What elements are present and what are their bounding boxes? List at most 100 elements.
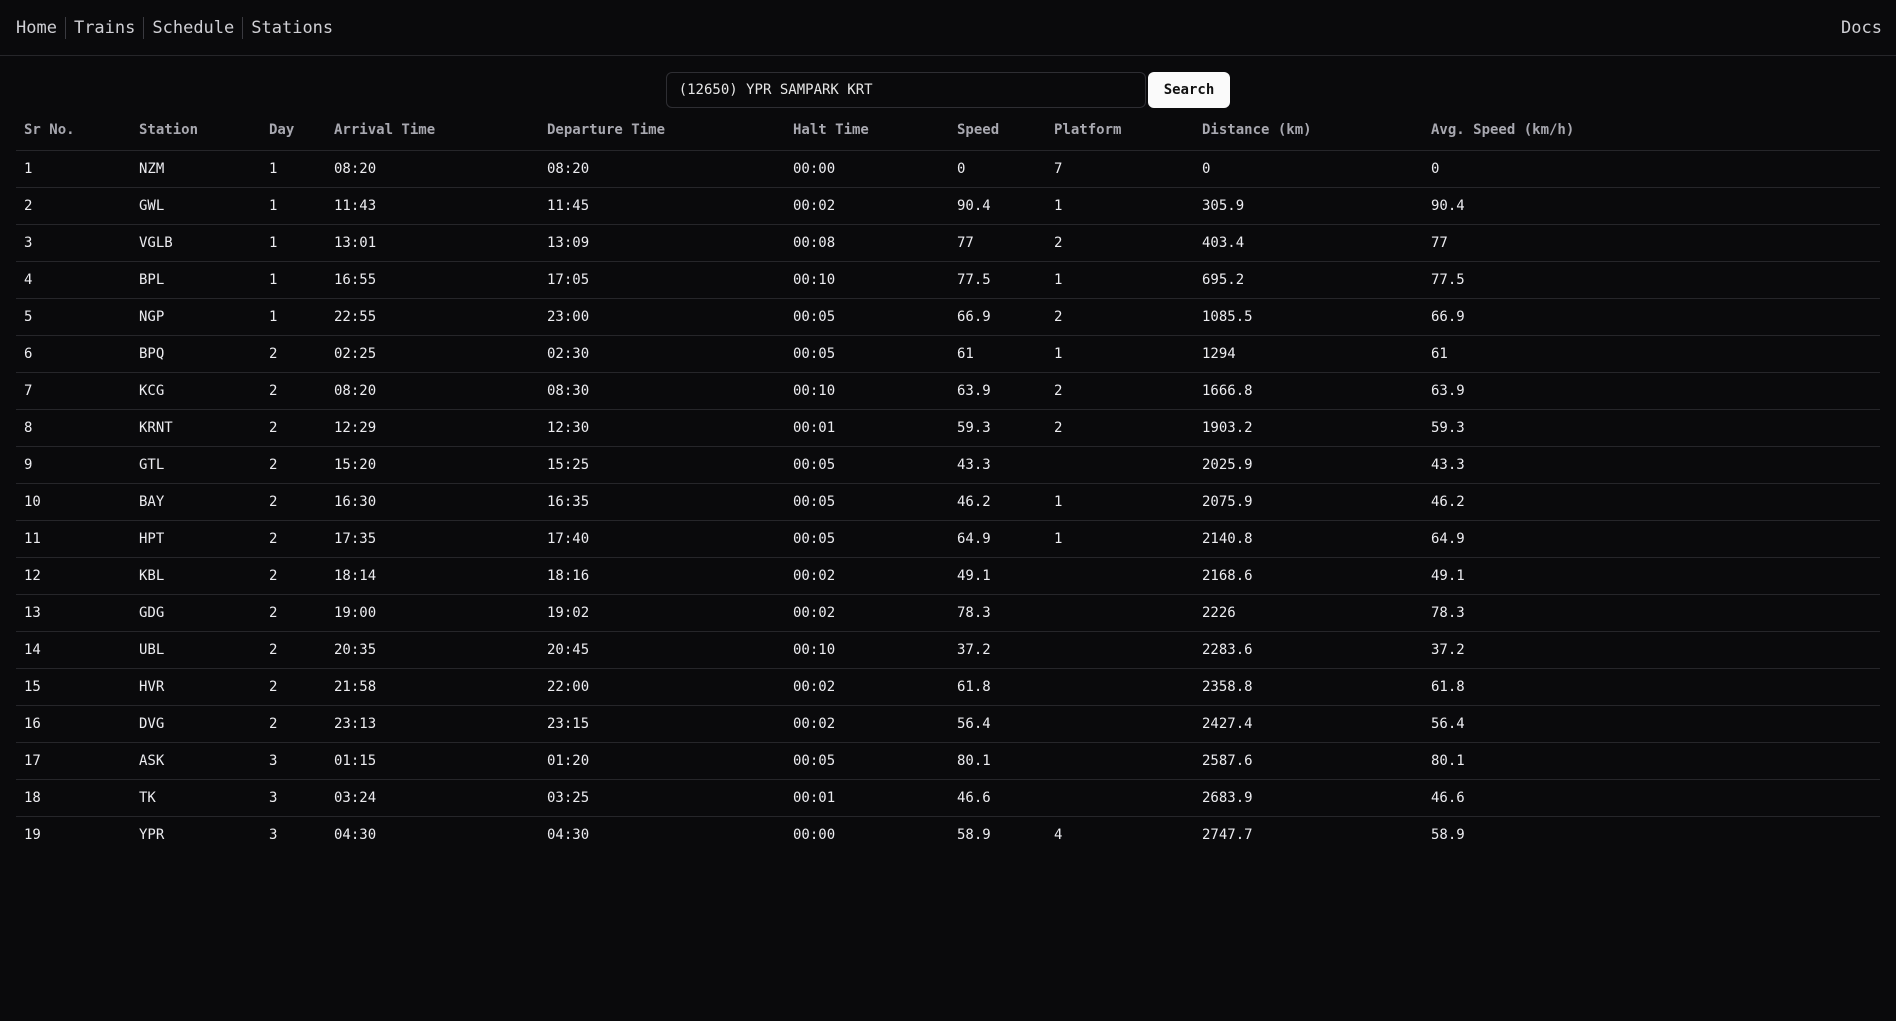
distance-cell: 2358.8 xyxy=(1194,668,1423,706)
speed-cell: 77 xyxy=(949,224,1046,262)
distance-cell: 2025.9 xyxy=(1194,446,1423,484)
arrival-time-cell: 18:14 xyxy=(326,557,539,595)
speed-cell: 80.1 xyxy=(949,742,1046,780)
table-row: 15 HVR 2 21:58 22:00 00:02 61.8 2358.8 61.8 xyxy=(16,668,1880,706)
nav-trains-link[interactable]: Trains xyxy=(64,16,143,39)
station-cell: UBL xyxy=(131,631,261,669)
departure-time-cell: 23:00 xyxy=(539,298,785,336)
day-cell: 1 xyxy=(261,224,326,262)
station-cell: GWL xyxy=(131,187,261,225)
arrival-time-cell: 13:01 xyxy=(326,224,539,262)
table-row: 2 GWL 1 11:43 11:45 00:02 90.4 1 305.9 90.4 xyxy=(16,187,1880,225)
avg-speed-cell: 37.2 xyxy=(1423,631,1880,669)
docs-link[interactable]: Docs xyxy=(1841,18,1882,38)
day-cell: 1 xyxy=(261,187,326,225)
avg-speed-cell: 61 xyxy=(1423,335,1880,373)
day-cell: 2 xyxy=(261,372,326,410)
speed-cell: 43.3 xyxy=(949,446,1046,484)
train-search-input[interactable] xyxy=(665,72,1146,108)
station-cell: HVR xyxy=(131,668,261,706)
sr-no-cell: 16 xyxy=(16,705,131,743)
sr-no-cell: 11 xyxy=(16,520,131,558)
arrival-time-cell: 12:29 xyxy=(326,409,539,447)
table-row: 16 DVG 2 23:13 23:15 00:02 56.4 2427.4 56.4 xyxy=(16,705,1880,743)
platform-cell xyxy=(1046,742,1194,780)
station-cell: DVG xyxy=(131,705,261,743)
sr-no-cell: 8 xyxy=(16,409,131,447)
day-cell: 2 xyxy=(261,668,326,706)
table-header-row: Sr No. Station Day Arrival Time Departur… xyxy=(16,110,1880,151)
arrival-time-cell: 08:20 xyxy=(326,150,539,188)
nav-home-link[interactable]: Home xyxy=(16,17,65,39)
table-row: 5 NGP 1 22:55 23:00 00:05 66.9 2 1085.5 66.9 xyxy=(16,298,1880,336)
table-row: 10 BAY 2 16:30 16:35 00:05 46.2 1 2075.9 46.2 xyxy=(16,483,1880,521)
arrival-time-cell: 21:58 xyxy=(326,668,539,706)
table-row: 4 BPL 1 16:55 17:05 00:10 77.5 1 695.2 77.5 xyxy=(16,261,1880,299)
avg-speed-cell: 90.4 xyxy=(1423,187,1880,225)
platform-cell xyxy=(1046,705,1194,743)
day-cell: 3 xyxy=(261,779,326,817)
distance-cell: 2283.6 xyxy=(1194,631,1423,669)
main-nav: Home Trains Schedule Stations xyxy=(16,16,341,39)
avg-speed-cell: 43.3 xyxy=(1423,446,1880,484)
day-cell: 2 xyxy=(261,557,326,595)
speed-cell: 64.9 xyxy=(949,520,1046,558)
platform-cell: 2 xyxy=(1046,372,1194,410)
station-cell: NGP xyxy=(131,298,261,336)
search-bar: Search xyxy=(0,72,1896,108)
departure-time-cell: 23:15 xyxy=(539,705,785,743)
distance-cell: 2226 xyxy=(1194,594,1423,632)
distance-cell: 695.2 xyxy=(1194,261,1423,299)
station-cell: TK xyxy=(131,779,261,817)
halt-time-cell: 00:00 xyxy=(785,150,949,188)
departure-time-cell: 11:45 xyxy=(539,187,785,225)
platform-cell: 2 xyxy=(1046,409,1194,447)
table-body: 1 NZM 1 08:20 08:20 00:00 0 7 0 0 2 GWL 1 11:43 11:45 0… xyxy=(16,150,1880,854)
column-header-day: Day xyxy=(261,110,326,151)
speed-cell: 61 xyxy=(949,335,1046,373)
table-row: 19 YPR 3 04:30 04:30 00:00 58.9 4 2747.7 58.9 xyxy=(16,817,1880,854)
table-row: 1 NZM 1 08:20 08:20 00:00 0 7 0 0 xyxy=(16,150,1880,188)
halt-time-cell: 00:02 xyxy=(785,557,949,595)
sr-no-cell: 10 xyxy=(16,483,131,521)
halt-time-cell: 00:05 xyxy=(785,742,949,780)
sr-no-cell: 13 xyxy=(16,594,131,632)
table-row: 9 GTL 2 15:20 15:25 00:05 43.3 2025.9 43.3 xyxy=(16,446,1880,484)
platform-cell xyxy=(1046,446,1194,484)
arrival-time-cell: 02:25 xyxy=(326,335,539,373)
speed-cell: 0 xyxy=(949,150,1046,188)
arrival-time-cell: 20:35 xyxy=(326,631,539,669)
column-header-departure-time: Departure Time xyxy=(539,110,785,151)
day-cell: 3 xyxy=(269,827,278,843)
arrival-time-cell: 17:35 xyxy=(326,520,539,558)
station-cell: ASK xyxy=(131,742,261,780)
station-cell: YPR xyxy=(139,827,165,843)
avg-speed-cell: 77.5 xyxy=(1423,261,1880,299)
column-header-station: Station xyxy=(131,110,261,151)
station-cell: BAY xyxy=(131,483,261,521)
departure-time-cell: 02:30 xyxy=(539,335,785,373)
speed-cell: 56.4 xyxy=(949,705,1046,743)
avg-speed-cell: 64.9 xyxy=(1423,520,1880,558)
sr-no-cell: 3 xyxy=(16,224,131,262)
search-button[interactable]: Search xyxy=(1147,72,1231,108)
platform-cell: 4 xyxy=(1054,827,1063,843)
arrival-time-cell: 04:30 xyxy=(334,827,377,843)
sr-no-cell: 6 xyxy=(16,335,131,373)
day-cell: 2 xyxy=(261,594,326,632)
column-header-avg-speed: Avg. Speed (km/h) xyxy=(1423,110,1880,151)
departure-time-cell: 04:30 xyxy=(547,827,590,843)
day-cell: 2 xyxy=(261,446,326,484)
sr-no-cell: 19 xyxy=(24,827,41,843)
sr-no-cell: 17 xyxy=(16,742,131,780)
halt-time-cell: 00:05 xyxy=(785,335,949,373)
nav-schedule-link[interactable]: Schedule xyxy=(143,16,242,39)
halt-time-cell: 00:10 xyxy=(785,631,949,669)
avg-speed-cell: 61.8 xyxy=(1423,668,1880,706)
departure-time-cell: 08:20 xyxy=(539,150,785,188)
schedule-table: Sr No. Station Day Arrival Time Departur… xyxy=(16,110,1880,853)
nav-stations-link[interactable]: Stations xyxy=(242,16,341,39)
column-header-speed: Speed xyxy=(949,110,1046,151)
sr-no-cell: 7 xyxy=(16,372,131,410)
speed-cell: 49.1 xyxy=(949,557,1046,595)
